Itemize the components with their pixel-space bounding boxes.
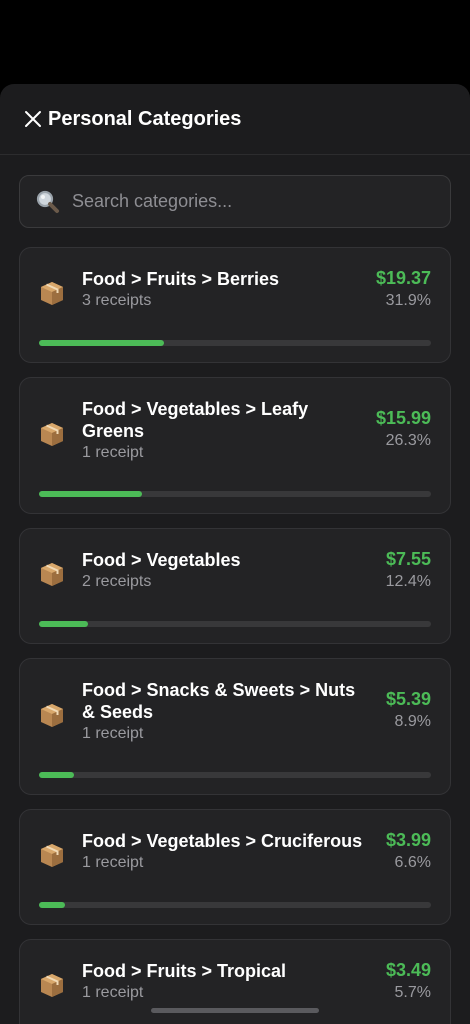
category-percent: 31.9% xyxy=(385,292,431,309)
package-icon xyxy=(38,420,66,455)
category-name: Food > Fruits > Berries xyxy=(82,269,280,289)
progress-fill xyxy=(39,621,88,627)
page-title: Personal Categories xyxy=(48,107,242,130)
category-percent: 12.4% xyxy=(385,573,431,590)
receipt-count: 1 receipt xyxy=(82,725,144,742)
category-name: Food > Vegetables > Cruciferous xyxy=(82,831,363,851)
package-icon xyxy=(38,971,66,1006)
progress-fill xyxy=(39,772,74,778)
receipt-count: 1 receipt xyxy=(82,984,144,1001)
home-indicator xyxy=(151,1008,319,1013)
progress-track xyxy=(39,491,431,497)
receipt-count: 3 receipts xyxy=(82,292,152,309)
search-bar[interactable] xyxy=(19,175,451,228)
category-amount: $7.55 xyxy=(385,549,431,569)
category-amount: $3.99 xyxy=(385,830,431,850)
category-card[interactable]: Food > Vegetables 2 receipts $7.55 12.4% xyxy=(19,528,451,644)
search-icon xyxy=(34,189,60,215)
progress-track xyxy=(39,621,431,627)
receipt-count: 1 receipt xyxy=(82,854,144,871)
category-amount: $19.37 xyxy=(375,268,431,288)
category-card[interactable]: Food > Vegetables > Leafy Greens 1 recei… xyxy=(19,377,451,514)
progress-track xyxy=(39,772,431,778)
receipt-count: 2 receipts xyxy=(82,573,152,590)
progress-track xyxy=(39,340,431,346)
progress-fill xyxy=(39,902,65,908)
category-card[interactable]: Food > Fruits > Berries 3 receipts $19.3… xyxy=(19,247,451,363)
category-amount: $5.39 xyxy=(385,689,431,709)
category-name: Food > Vegetables > Leafy Greens xyxy=(82,399,309,441)
categories-sheet: Personal Categories Food > Fruits > Berr… xyxy=(0,84,470,1024)
category-percent: 6.6% xyxy=(394,854,431,871)
category-amount: $3.49 xyxy=(385,960,431,980)
close-icon[interactable] xyxy=(22,108,44,130)
progress-fill xyxy=(39,491,143,497)
receipt-count: 1 receipt xyxy=(82,444,144,461)
category-card[interactable]: Food > Snacks & Sweets > Nuts & Seeds 1 … xyxy=(19,658,451,795)
progress-fill xyxy=(39,340,165,346)
package-icon xyxy=(38,841,66,876)
category-name: Food > Fruits > Tropical xyxy=(82,961,287,981)
progress-track xyxy=(39,902,431,908)
package-icon xyxy=(38,279,66,314)
category-amount: $15.99 xyxy=(375,408,431,428)
category-name: Food > Vegetables xyxy=(82,550,241,570)
category-percent: 26.3% xyxy=(385,432,431,449)
category-name: Food > Snacks & Sweets > Nuts & Seeds xyxy=(82,680,356,722)
sheet-header: Personal Categories xyxy=(0,84,470,155)
category-percent: 5.7% xyxy=(394,984,431,1001)
package-icon xyxy=(38,560,66,595)
search-input[interactable] xyxy=(70,190,450,213)
category-card[interactable]: Food > Vegetables > Cruciferous 1 receip… xyxy=(19,809,451,925)
package-icon xyxy=(38,701,66,736)
category-percent: 8.9% xyxy=(394,713,431,730)
